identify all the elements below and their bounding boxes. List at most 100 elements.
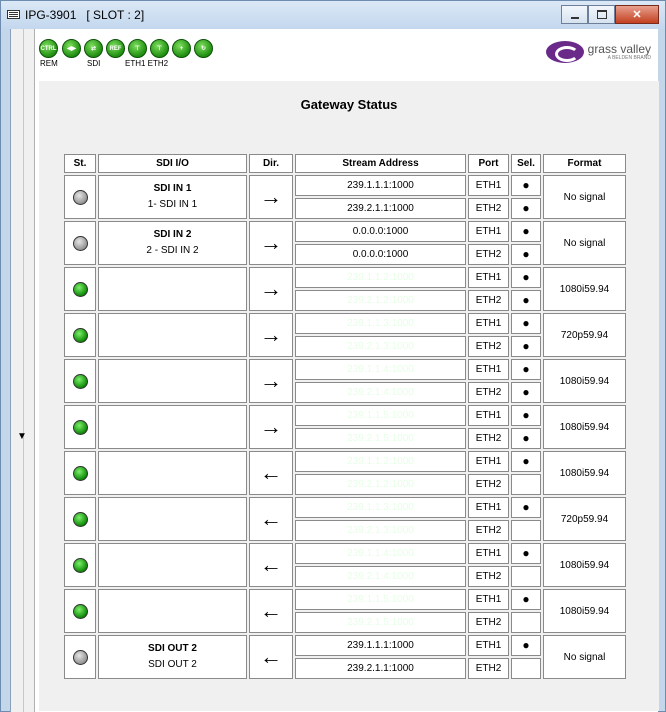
sdi-icon[interactable]: ⇄ [84,39,103,58]
status-cell [64,635,96,679]
add-icon[interactable]: + [172,39,191,58]
select-2[interactable]: ● [511,382,541,403]
sdi-io-subname: SDI OUT 1 [148,613,197,624]
direction-cell[interactable]: ← [249,451,293,495]
selected-dot-icon: ● [522,362,530,376]
status-cell [64,359,96,403]
select-1[interactable]: ● [511,635,541,656]
stream-address-2[interactable]: 239.2.1.5:1000 [295,428,466,449]
select-1[interactable]: ● [511,221,541,242]
status-led-icon [72,373,88,389]
select-1[interactable]: ● [511,175,541,196]
select-2[interactable] [511,566,541,587]
select-2[interactable]: ● [511,290,541,311]
direction-cell[interactable]: → [249,313,293,357]
select-1[interactable]: ● [511,497,541,518]
stream-address-2[interactable]: 239.2.1.5:1000 [295,612,466,633]
ref-icon[interactable]: REF [106,39,125,58]
select-1[interactable]: ● [511,589,541,610]
gateway-status-panel: Gateway Status St. SDI I/O Dir. Stream A… [39,81,659,711]
port-2: ETH2 [468,566,509,587]
direction-cell[interactable]: ← [249,589,293,633]
ctrl-icon[interactable]: CTRL [39,39,58,58]
status-led-icon [72,327,88,343]
select-1[interactable]: ● [511,313,541,334]
format-cell: No signal [543,175,626,219]
select-2[interactable]: ● [511,336,541,357]
stream-address-2[interactable]: 239.2.1.1:1000 [295,198,466,219]
select-2[interactable] [511,474,541,495]
stream-address-2[interactable]: 0.0.0.0:1000 [295,244,466,265]
sdi-io-cell: SDI IN/OUT 6 SDI IN/OUT 6 [98,497,247,541]
direction-cell[interactable]: ← [249,497,293,541]
stream-address-2[interactable]: 239.2.1.3:1000 [295,336,466,357]
minimize-button[interactable] [561,5,588,24]
format-cell: No signal [543,221,626,265]
select-2[interactable]: ● [511,244,541,265]
direction-cell[interactable]: → [249,221,293,265]
stream-address-1[interactable]: 239.1.1.4:1000 [295,543,466,564]
direction-cell[interactable]: → [249,175,293,219]
stream-address-1[interactable]: 239.1.1.1:1000 [295,635,466,656]
format-cell: 720p59.94 [543,497,626,541]
selected-dot-icon: ● [522,408,530,422]
stream-address-2[interactable]: 239.2.1.2:1000 [295,290,466,311]
select-2[interactable] [511,520,541,541]
select-2[interactable]: ● [511,428,541,449]
title-bar[interactable]: IPG-3901 [ SLOT : 2] ✕ [1,1,665,29]
port-2: ETH2 [468,244,509,265]
select-2[interactable] [511,612,541,633]
direction-cell[interactable]: ← [249,543,293,587]
sdi-io-subname: SDI IN/OUT 5 [141,475,204,486]
eth2-icon[interactable]: ⊤ [150,39,169,58]
toolbar: CTRL REM ◀▶ ⇄ SDI REF ⊤ ⊤ ETH1 ETH2 + ↻ … [39,37,657,71]
stream-address-1[interactable]: 239.1.1.2:1000 [295,451,466,472]
selected-dot-icon: ● [522,385,530,399]
table-row: SDI IN/OUT 6 SDI IN/OUT 6 ← 239.1.1.3:1000 E… [64,497,626,541]
direction-cell[interactable]: → [249,405,293,449]
table-row: SDI IN 1 1- SDI IN 1 → 239.1.1.1:1000 ETH1 ● N… [64,175,626,219]
port-1: ETH1 [468,589,509,610]
close-button[interactable]: ✕ [615,5,659,24]
select-1[interactable]: ● [511,359,541,380]
stream-address-1[interactable]: 239.1.1.1:1000 [295,175,466,196]
stream-address-2[interactable]: 239.2.1.3:1000 [295,520,466,541]
stream-address-1[interactable]: 239.1.1.5:1000 [295,589,466,610]
stream-address-1[interactable]: 239.1.1.4:1000 [295,359,466,380]
stream-address-1[interactable]: 0.0.0.0:1000 [295,221,466,242]
refresh-icon[interactable]: ↻ [194,39,213,58]
stream-address-2[interactable]: 239.2.1.4:1000 [295,566,466,587]
port-2: ETH2 [468,612,509,633]
sdi-link-icon[interactable]: ◀▶ [62,39,81,58]
direction-cell[interactable]: → [249,359,293,403]
header-port: Port [468,154,509,173]
selected-dot-icon: ● [522,316,530,330]
select-2[interactable] [511,658,541,679]
select-1[interactable]: ● [511,267,541,288]
select-1[interactable]: ● [511,543,541,564]
direction-cell[interactable]: ← [249,635,293,679]
maximize-button[interactable] [588,5,615,24]
selected-dot-icon: ● [522,431,530,445]
format-cell: No signal [543,635,626,679]
select-1[interactable]: ● [511,405,541,426]
table-header-row: St. SDI I/O Dir. Stream Address Port Sel… [64,154,626,173]
stream-address-1[interactable]: 239.1.1.3:1000 [295,313,466,334]
select-1[interactable]: ● [511,451,541,472]
port-1: ETH1 [468,175,509,196]
sdi-io-name: SDI IN/OUT 4 [141,413,204,424]
stream-address-1[interactable]: 239.1.1.5:1000 [295,405,466,426]
port-1: ETH1 [468,543,509,564]
collapse-arrow-icon[interactable]: ▼ [15,429,29,445]
stream-address-1[interactable]: 239.1.1.3:1000 [295,497,466,518]
select-2[interactable]: ● [511,198,541,219]
sdi-io-name: SDI IN/OUT 5 [141,459,204,470]
stream-address-2[interactable]: 239.2.1.2:1000 [295,474,466,495]
status-led-icon [72,603,88,619]
splitter-rail[interactable]: ▼ [11,29,35,712]
stream-address-2[interactable]: 239.2.1.1:1000 [295,658,466,679]
stream-address-2[interactable]: 239.2.1.4:1000 [295,382,466,403]
stream-address-1[interactable]: 239.1.1.2:1000 [295,267,466,288]
eth1-icon[interactable]: ⊤ [128,39,147,58]
direction-cell[interactable]: → [249,267,293,311]
